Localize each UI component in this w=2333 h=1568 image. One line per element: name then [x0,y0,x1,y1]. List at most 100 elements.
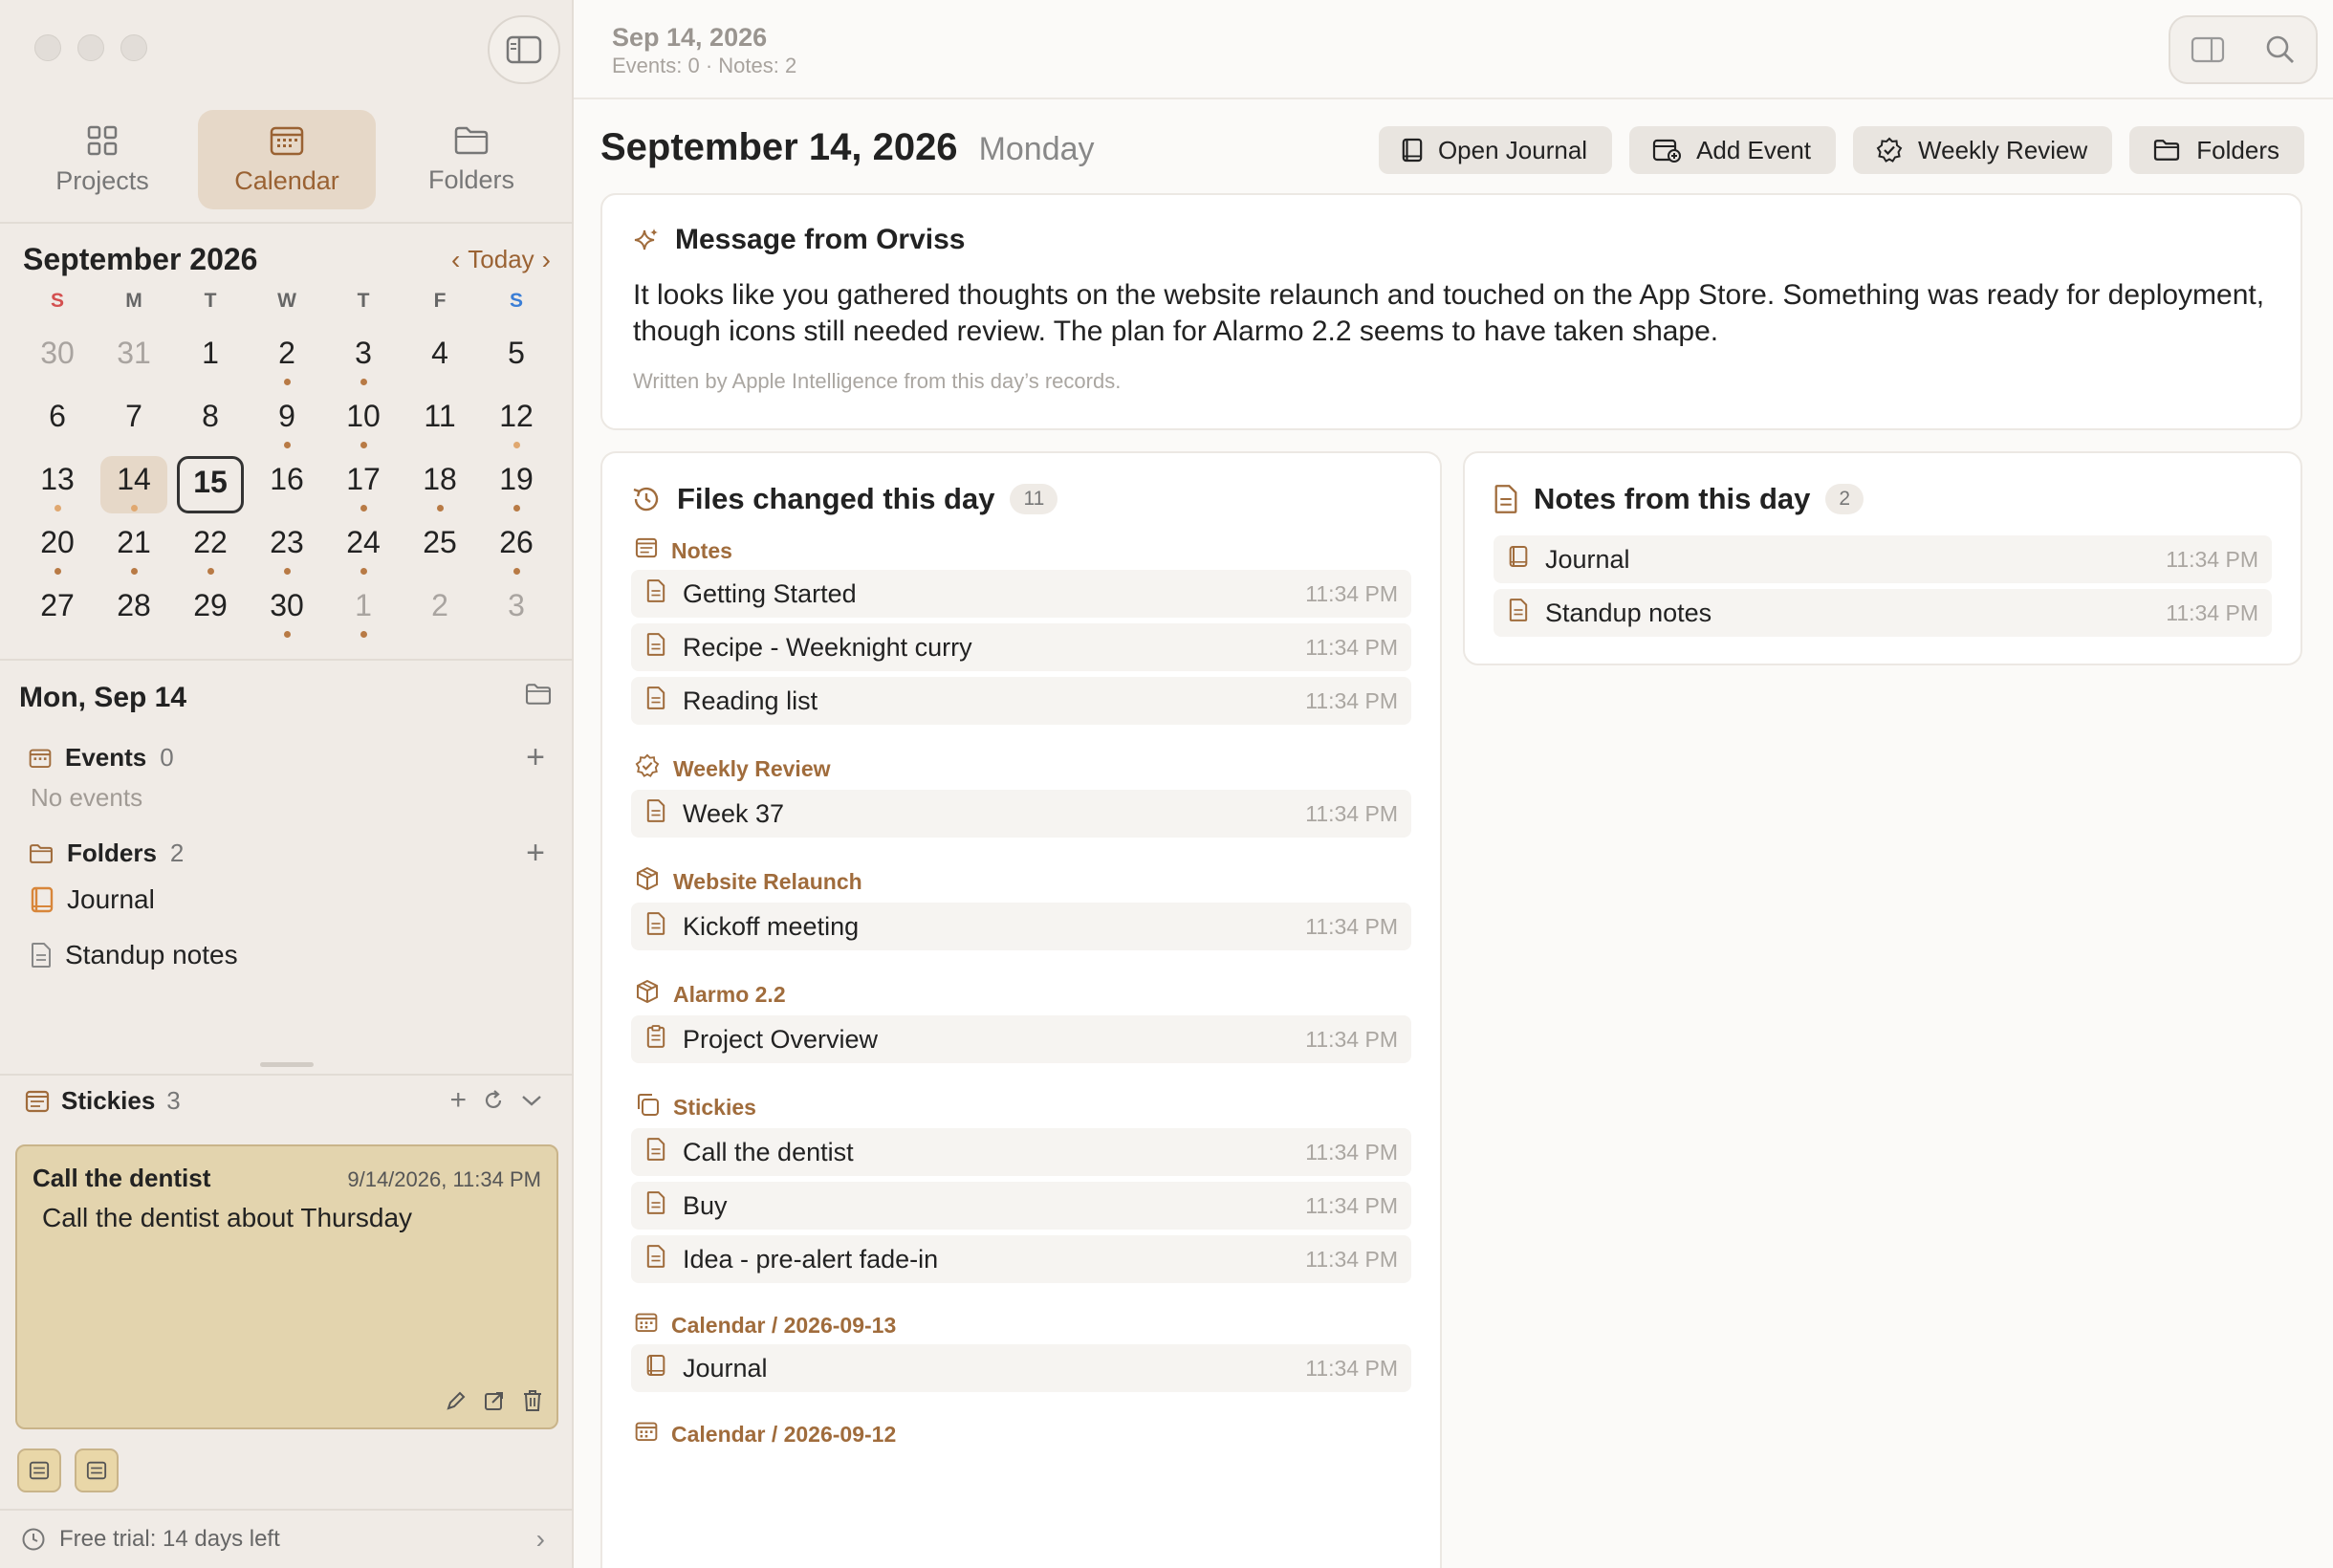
calendar-day-number: 3 [355,336,372,370]
divider [0,1074,574,1076]
calendar-day[interactable]: 2 [406,582,473,640]
file-row[interactable]: Kickoff meeting 11:34 PM [631,903,1411,950]
calendar-day[interactable]: 21 [100,519,167,577]
calendar-day[interactable]: 10 [330,393,397,450]
open-journal-button[interactable]: Open Journal [1378,126,1613,174]
calendar-icon [29,749,52,768]
event-dot [512,505,520,512]
event-dot [360,505,367,512]
file-row[interactable]: Journal 11:34 PM [631,1344,1411,1392]
calendar-day[interactable]: 25 [406,519,473,577]
file-group-header: Calendar / 2026-09-13 [635,1312,1411,1339]
weekday-label: S [509,290,523,312]
tab-calendar[interactable]: Calendar [198,110,376,209]
calendar-day[interactable]: 23 [253,519,320,577]
event-dot [283,379,291,385]
folder-item-label: Standup notes [65,940,238,969]
file-row[interactable]: Recipe - Weeknight curry 11:34 PM [631,623,1411,671]
calendar-day[interactable]: 15 [177,456,244,513]
file-row[interactable]: Buy 11:34 PM [631,1182,1411,1230]
calendar-day[interactable]: 3 [330,330,397,387]
file-group-header: Notes [635,537,1411,564]
calendar-day[interactable]: 14 [100,456,167,513]
folders-label: Folders [67,838,157,867]
calendar-day[interactable]: 20 [24,519,91,577]
file-group-label: Weekly Review [673,755,831,781]
folder-item-journal[interactable]: Journal [31,884,155,915]
calendar-day[interactable]: 28 [100,582,167,640]
tab-folders[interactable]: Folders [382,110,560,209]
file-name: Buy [683,1190,728,1220]
file-row[interactable]: Idea - pre-alert fade-in 11:34 PM [631,1235,1411,1283]
calendar-day[interactable]: 30 [253,582,320,640]
calendar-day[interactable]: 11 [406,393,473,450]
calendar-day[interactable]: 12 [483,393,550,450]
file-row[interactable]: Reading list 11:34 PM [631,677,1411,725]
calendar-day[interactable]: 22 [177,519,244,577]
calendar-day[interactable]: 30 [24,330,91,387]
pencil-icon[interactable] [446,1390,467,1411]
file-row[interactable]: Project Overview 11:34 PM [631,1015,1411,1063]
close-window-button[interactable] [34,34,61,61]
calendar-day[interactable]: 3 [483,582,550,640]
calendar-header: September 2026 ‹ Today › [23,242,551,277]
sticky-thumb-2[interactable] [75,1448,119,1492]
resize-handle[interactable] [260,1062,314,1067]
chevron-right-icon[interactable]: › [542,245,551,275]
calendar-day[interactable]: 7 [100,393,167,450]
open-day-folder-button[interactable] [524,683,553,710]
weekly-review-button[interactable]: Weekly Review [1853,126,2113,174]
note-row[interactable]: Journal 11:34 PM [1494,535,2272,583]
calendar-day[interactable]: 26 [483,519,550,577]
calendar-day[interactable]: 17 [330,456,397,513]
chevron-left-icon[interactable]: ‹ [451,245,460,275]
notes-from-day-title: Notes from this day [1534,482,1811,515]
folders-button[interactable]: Folders [2129,126,2304,174]
sticky-thumb-1[interactable] [17,1448,61,1492]
search-icon[interactable] [2265,34,2296,65]
file-row[interactable]: Call the dentist 11:34 PM [631,1128,1411,1176]
calendar-day[interactable]: 5 [483,330,550,387]
refresh-icon[interactable] [482,1089,505,1112]
calendar-day[interactable]: 13 [24,456,91,513]
trash-icon[interactable] [522,1389,543,1412]
folder-item-standup-notes[interactable]: Standup notes [31,940,238,970]
calendar-day[interactable]: 8 [177,393,244,450]
clipboard-icon [646,1024,665,1056]
add-folder-button[interactable]: + [526,835,545,872]
file-row[interactable]: Getting Started 11:34 PM [631,570,1411,618]
calendar-day[interactable]: 31 [100,330,167,387]
calendar-day[interactable]: 4 [406,330,473,387]
calendar-day[interactable]: 1 [177,330,244,387]
calendar-day-number: 27 [40,588,75,622]
today-button[interactable]: Today [468,245,534,274]
add-event-button[interactable]: + [526,739,545,776]
calendar-day[interactable]: 18 [406,456,473,513]
calendar-day[interactable]: 19 [483,456,550,513]
files-changed-header: Files changed this day 11 [631,482,1411,516]
minimize-window-button[interactable] [77,34,104,61]
note-row[interactable]: Standup notes 11:34 PM [1494,589,2272,637]
calendar-day[interactable]: 24 [330,519,397,577]
trial-banner[interactable]: Free trial: 14 days left › [21,1524,553,1554]
inspector-toggle-icon[interactable] [2191,36,2225,63]
add-sticky-button[interactable]: + [449,1084,467,1117]
calendar-day[interactable]: 9 [253,393,320,450]
zoom-window-button[interactable] [120,34,147,61]
open-external-icon[interactable] [484,1390,505,1411]
calendar-day[interactable]: 1 [330,582,397,640]
calendar-day[interactable]: 29 [177,582,244,640]
calendar-day[interactable]: 6 [24,393,91,450]
tab-projects[interactable]: Projects [13,110,191,209]
file-row[interactable]: Week 37 11:34 PM [631,790,1411,838]
document-icon [646,1190,665,1222]
sidebar-toggle-button[interactable] [488,15,560,84]
chevron-down-icon[interactable] [520,1093,543,1108]
calendar-day[interactable]: 16 [253,456,320,513]
stickies-actions: + [449,1084,543,1117]
calendar-day[interactable]: 27 [24,582,91,640]
calendar-day[interactable]: 2 [253,330,320,387]
files-changed-count: 11 [1010,484,1058,514]
sticky-note[interactable]: Call the dentist 9/14/2026, 11:34 PM Cal… [15,1144,558,1429]
add-event-button[interactable]: Add Event [1629,126,1837,174]
